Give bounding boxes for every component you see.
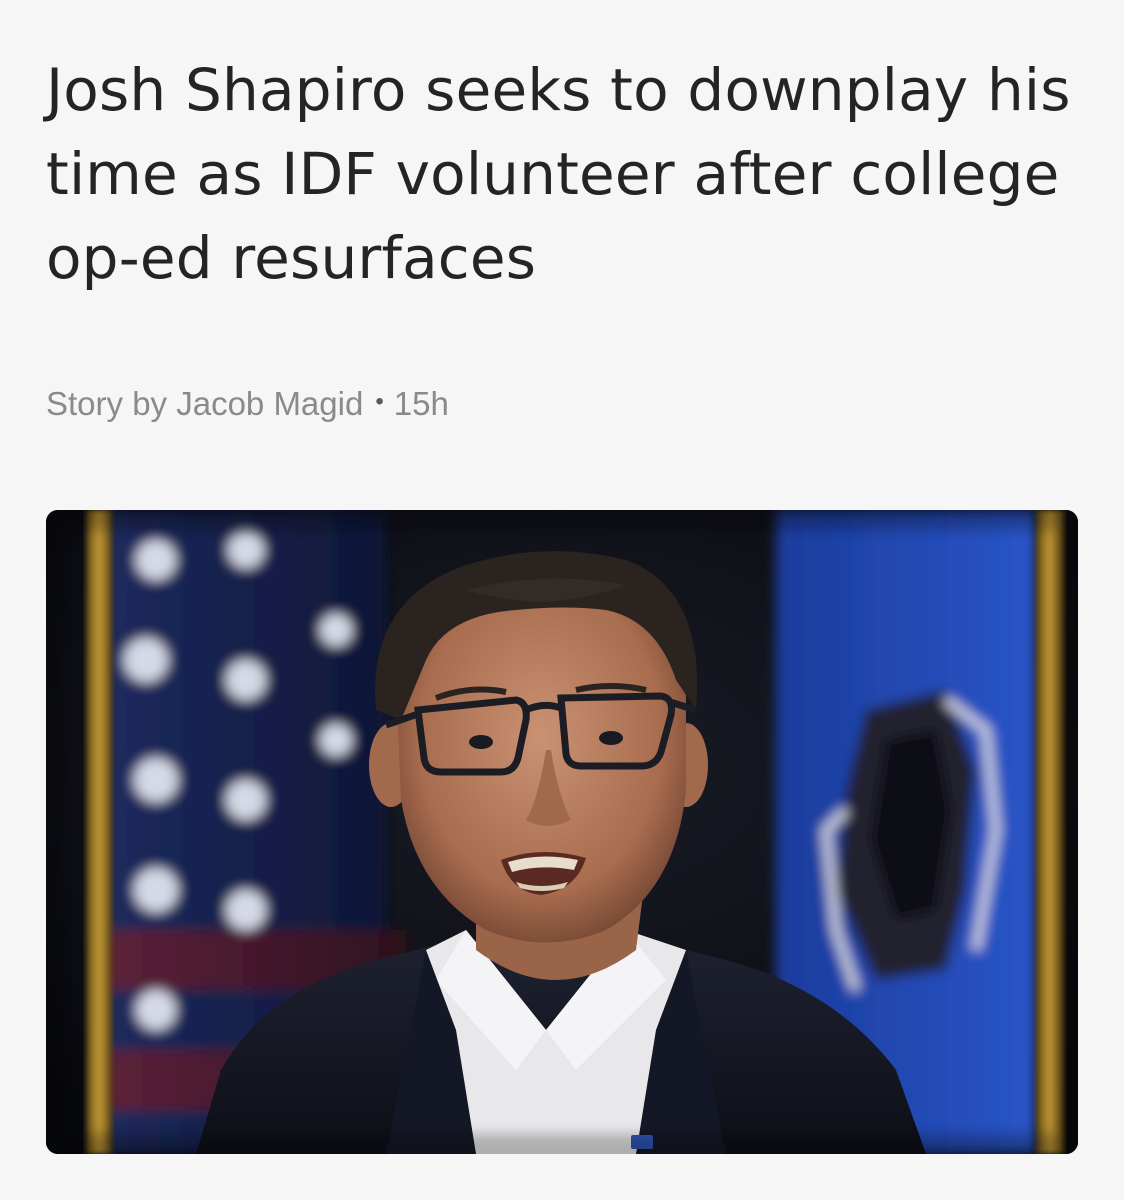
publish-age: 15h [393, 385, 449, 422]
byline-prefix: Story by [46, 385, 168, 422]
article-byline: Story by Jacob Magid • 15h [46, 380, 449, 426]
hero-image[interactable] [46, 510, 1078, 1154]
article-page: Josh Shapiro seeks to downplay his time … [0, 0, 1124, 1200]
author-link[interactable]: Jacob Magid [176, 385, 363, 422]
article-headline: Josh Shapiro seeks to downplay his time … [46, 56, 1071, 292]
byline-separator: • [375, 388, 384, 415]
hero-photo-illustration [46, 510, 1078, 1154]
